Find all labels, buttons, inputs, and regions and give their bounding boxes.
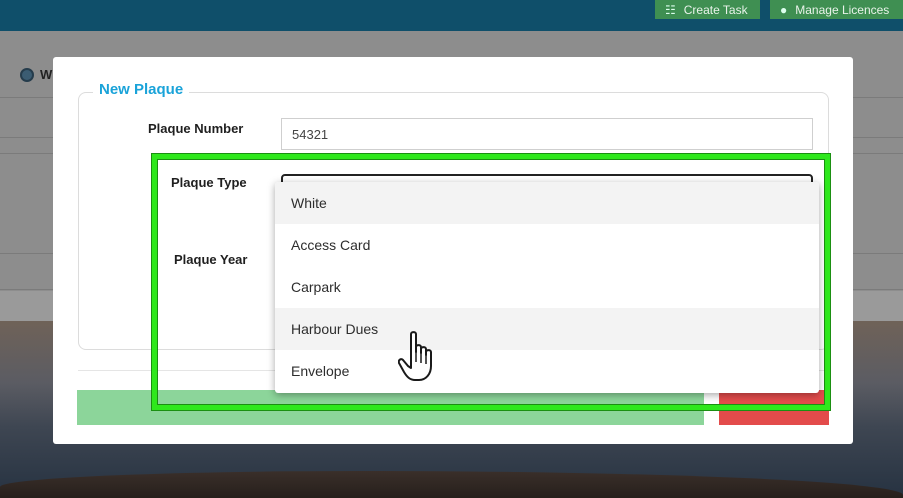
option-carpark[interactable]: Carpark [275, 266, 819, 308]
background-title-text: W [40, 67, 53, 82]
manage-licences-label: Manage Licences [795, 2, 890, 17]
task-list-icon: ☷ [665, 2, 676, 17]
licence-icon: ● [780, 2, 788, 17]
option-white[interactable]: White [275, 182, 819, 224]
create-task-button[interactable]: ☷ Create Task [655, 0, 760, 19]
plaque-type-dropdown: White Access Card Carpark Harbour Dues E… [275, 182, 819, 393]
background-section-title: W [20, 67, 52, 82]
clock-icon [20, 67, 34, 82]
option-envelope[interactable]: Envelope [275, 350, 819, 392]
plaque-number-value: 54321 [292, 126, 329, 142]
plaque-number-label: Plaque Number [148, 121, 244, 136]
manage-licences-button[interactable]: ● Manage Licences [770, 0, 903, 19]
fieldset-legend: New Plaque [93, 81, 190, 98]
hand-pointer-icon [398, 331, 432, 381]
top-bar: ☷ Create Task ● Manage Licences [0, 0, 903, 31]
create-task-label: Create Task [683, 2, 748, 17]
option-access-card[interactable]: Access Card [275, 224, 819, 266]
option-harbour-dues[interactable]: Harbour Dues [275, 308, 819, 350]
plaque-number-input[interactable]: 54321 [281, 118, 813, 150]
